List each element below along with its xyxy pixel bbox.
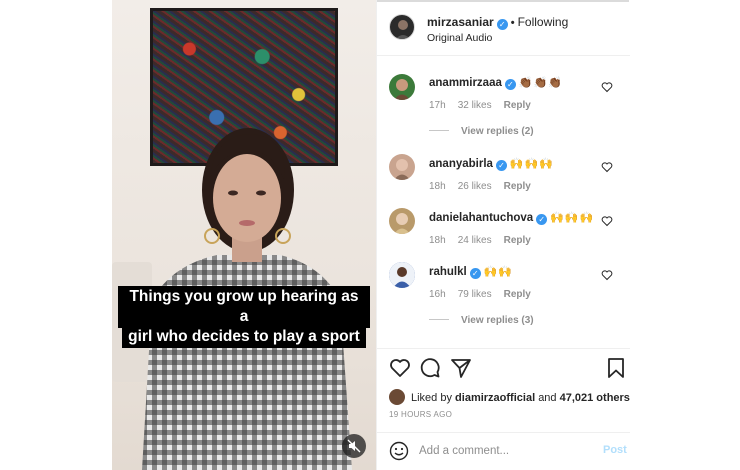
post-actions: Liked by diamirzaofficial and 47,021 oth… [377,348,630,432]
muted-speaker-icon [347,439,361,453]
heart-icon[interactable] [601,161,613,173]
add-comment-bar: Post [377,432,630,470]
comment-likes[interactable]: 79 likes [458,289,492,300]
comment-text: rahulkl ✓ 🙌🙌 [429,265,513,279]
comment-meta: 18h 24 likes Reply [429,235,543,246]
comment-time: 18h [429,181,446,192]
author-line: mirzasaniar ✓ • Following [427,15,568,30]
comment-likes[interactable]: 24 likes [458,235,492,246]
commenter-avatar[interactable] [389,208,415,234]
verified-icon: ✓ [504,79,516,90]
liked-joiner: and [538,392,557,404]
comment-meta: 18h 26 likes Reply [429,181,543,192]
comment-emoji: 👏🏾👏🏾👏🏾 [518,77,563,89]
verified-icon: ✓ [495,160,507,171]
post-button[interactable]: Post [603,444,627,456]
commenter-username[interactable]: rahulkl [429,266,467,278]
view-replies-button[interactable]: View replies (2) [429,126,534,137]
comment-emoji: 🙌🙌 [483,266,514,278]
view-replies-label: View replies (3) [461,315,534,326]
comment-input[interactable] [419,441,589,461]
commenter-username[interactable]: anammirzaaa [429,77,502,89]
commenter-avatar[interactable] [389,154,415,180]
reply-button[interactable]: Reply [504,289,531,300]
heart-icon[interactable] [601,215,613,227]
comment-list[interactable]: anammirzaaa ✓ 👏🏾👏🏾👏🏾 17h 32 likes Reply View… [377,57,630,347]
commenter-avatar[interactable] [389,74,415,100]
video-player[interactable]: Things you grow up hearing as a girl who… [112,0,376,470]
likes-others[interactable]: 47,021 others [560,392,630,404]
post-sidebar: mirzasaniar ✓ • Following Original Audio an… [376,0,630,470]
comment-time: 17h [429,100,446,111]
separator-dot: • [510,17,515,29]
comment-likes[interactable]: 32 likes [458,100,492,111]
liked-by-prefix: Liked by [411,392,452,404]
view-replies-label: View replies (2) [461,126,534,137]
author-avatar[interactable] [389,14,415,40]
comment-text: ananyabirla ✓ 🙌🙌🙌 [429,157,554,171]
verified-icon: ✓ [536,214,548,225]
smile-icon[interactable] [389,441,409,461]
comment-time: 18h [429,235,446,246]
commenter-username[interactable]: danielahantuchova [429,212,533,224]
liker-username[interactable]: diamirzaofficial [455,392,535,404]
share-icon[interactable] [450,357,472,379]
reply-button[interactable]: Reply [504,100,531,111]
heart-icon[interactable] [601,269,613,281]
audio-link[interactable]: Original Audio [427,32,492,44]
video-caption: Things you grow up hearing as a girl who… [118,286,370,348]
comment-icon[interactable] [419,357,441,379]
comment-meta: 16h 79 likes Reply [429,289,543,300]
verified-icon: ✓ [469,268,481,279]
liker-avatar[interactable] [389,389,405,405]
verified-icon: ✓ [496,19,508,30]
reply-button[interactable]: Reply [504,235,531,246]
caption-line-2: girl who decides to play a sport [122,326,366,348]
caption-line-1: Things you grow up hearing as a [118,286,370,328]
comment-emoji: 🙌🙌🙌 [509,158,555,170]
author-username[interactable]: mirzasaniar [427,15,494,29]
reply-button[interactable]: Reply [504,181,531,192]
comment-likes[interactable]: 26 likes [458,181,492,192]
view-replies-button[interactable]: View replies (3) [429,315,534,326]
following-button[interactable]: Following [518,15,569,29]
heart-icon[interactable] [389,357,411,379]
commenter-username[interactable]: ananyabirla [429,158,493,170]
heart-icon[interactable] [601,81,613,93]
commenter-avatar[interactable] [389,262,415,288]
bookmark-icon[interactable] [605,357,627,379]
person-figure [142,128,352,470]
comment-emoji: 🙌🙌🙌 [550,212,595,224]
comment-meta: 17h 32 likes Reply [429,100,543,111]
likes-summary: Liked by diamirzaofficial and 47,021 oth… [389,389,630,405]
post-timestamp[interactable]: 19 HOURS AGO [389,410,452,419]
comment-text: anammirzaaa ✓ 👏🏾👏🏾👏🏾 [429,76,563,90]
comment-text: danielahantuchova ✓ 🙌🙌🙌 [429,211,594,225]
comment-time: 16h [429,289,446,300]
mute-button[interactable] [342,434,366,458]
post-header: mirzasaniar ✓ • Following Original Audio [377,0,630,56]
